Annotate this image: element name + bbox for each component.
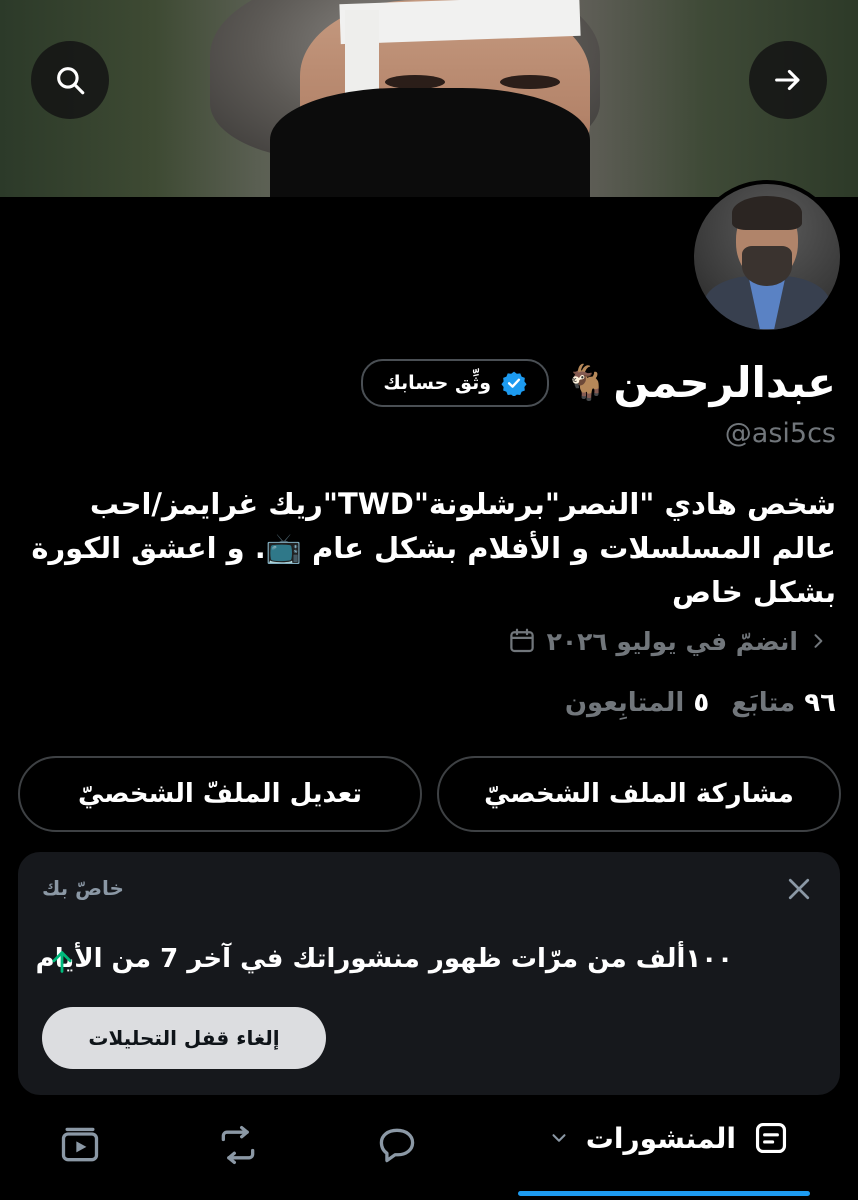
search-icon [57,67,85,95]
forward-button[interactable] [749,41,827,119]
impressions-text: ١٠٠ألف من مرّات ظهور منشوراتك في آخر 7 م… [35,944,733,974]
tab-videos[interactable] [58,1123,102,1171]
arrow-right-icon [775,69,800,91]
goat-emoji: 🐐 [565,362,608,403]
verify-label: وثِّق حسابك [383,371,492,394]
active-tab-indicator [518,1191,810,1196]
posts-icon [755,1122,787,1154]
followers-label: المتابِعون [564,688,685,718]
tab-replies[interactable] [374,1123,420,1171]
verify-account-button[interactable]: وثِّق حسابك [361,358,550,407]
close-card-button[interactable] [784,874,814,908]
verified-badge-icon [501,371,527,396]
share-profile-button[interactable]: مشاركة الملف الشخصيّ [437,756,841,832]
profile-bio: شخص هادي "النصر"برشلونة"TWD"ريك غرايمز/ا… [31,487,836,609]
followers-stat[interactable]: ٥ المتابِعون [565,688,709,718]
card-title: خاصّ بك [42,876,124,900]
edit-profile-button[interactable]: تعديل الملفّ الشخصيّ [18,756,422,832]
chevron-down-icon [552,1134,566,1142]
following-count: ٩٦ [804,688,836,718]
following-stat[interactable]: ٩٦ متابَع [731,688,836,718]
close-icon [788,878,810,900]
banner-mask [270,88,590,197]
profile-banner[interactable] [0,0,858,197]
search-button[interactable] [31,41,109,119]
followers-count: ٥ [693,688,710,718]
tab-posts[interactable]: المنشورات [548,1119,790,1157]
repost-icon [221,1125,255,1165]
reply-icon [379,1128,415,1163]
display-name: عبدالرحمن [613,358,836,407]
trend-up-icon [48,948,76,980]
banner-eye-left [385,75,445,89]
video-icon [61,1127,99,1162]
profile-tabs: المنشورات [0,1105,858,1200]
chevron-left-icon [814,634,823,648]
joined-date: انضمّ في يوليو ٢٠٢٦ [546,626,798,656]
analytics-card: خاصّ بك ١٠٠ألف من مرّات ظهور منشوراتك في… [18,852,840,1095]
tab-posts-label: المنشورات [585,1121,736,1155]
follow-stats: ٩٦ متابَع ٥ المتابِعون [565,688,836,718]
calendar-icon [509,628,534,653]
joined-row[interactable]: انضمّ في يوليو ٢٠٢٦ [507,626,828,656]
unlock-analytics-button[interactable]: إلغاء قفل التحليلات [42,1007,326,1069]
following-label: متابَع [731,688,796,718]
banner-eye-right [500,75,560,89]
user-handle: @asi5cs [724,418,836,449]
name-row: عبدالرحمن 🐐 وثِّق حسابك [361,358,836,407]
tab-reposts[interactable] [214,1123,262,1171]
avatar[interactable] [690,180,844,334]
